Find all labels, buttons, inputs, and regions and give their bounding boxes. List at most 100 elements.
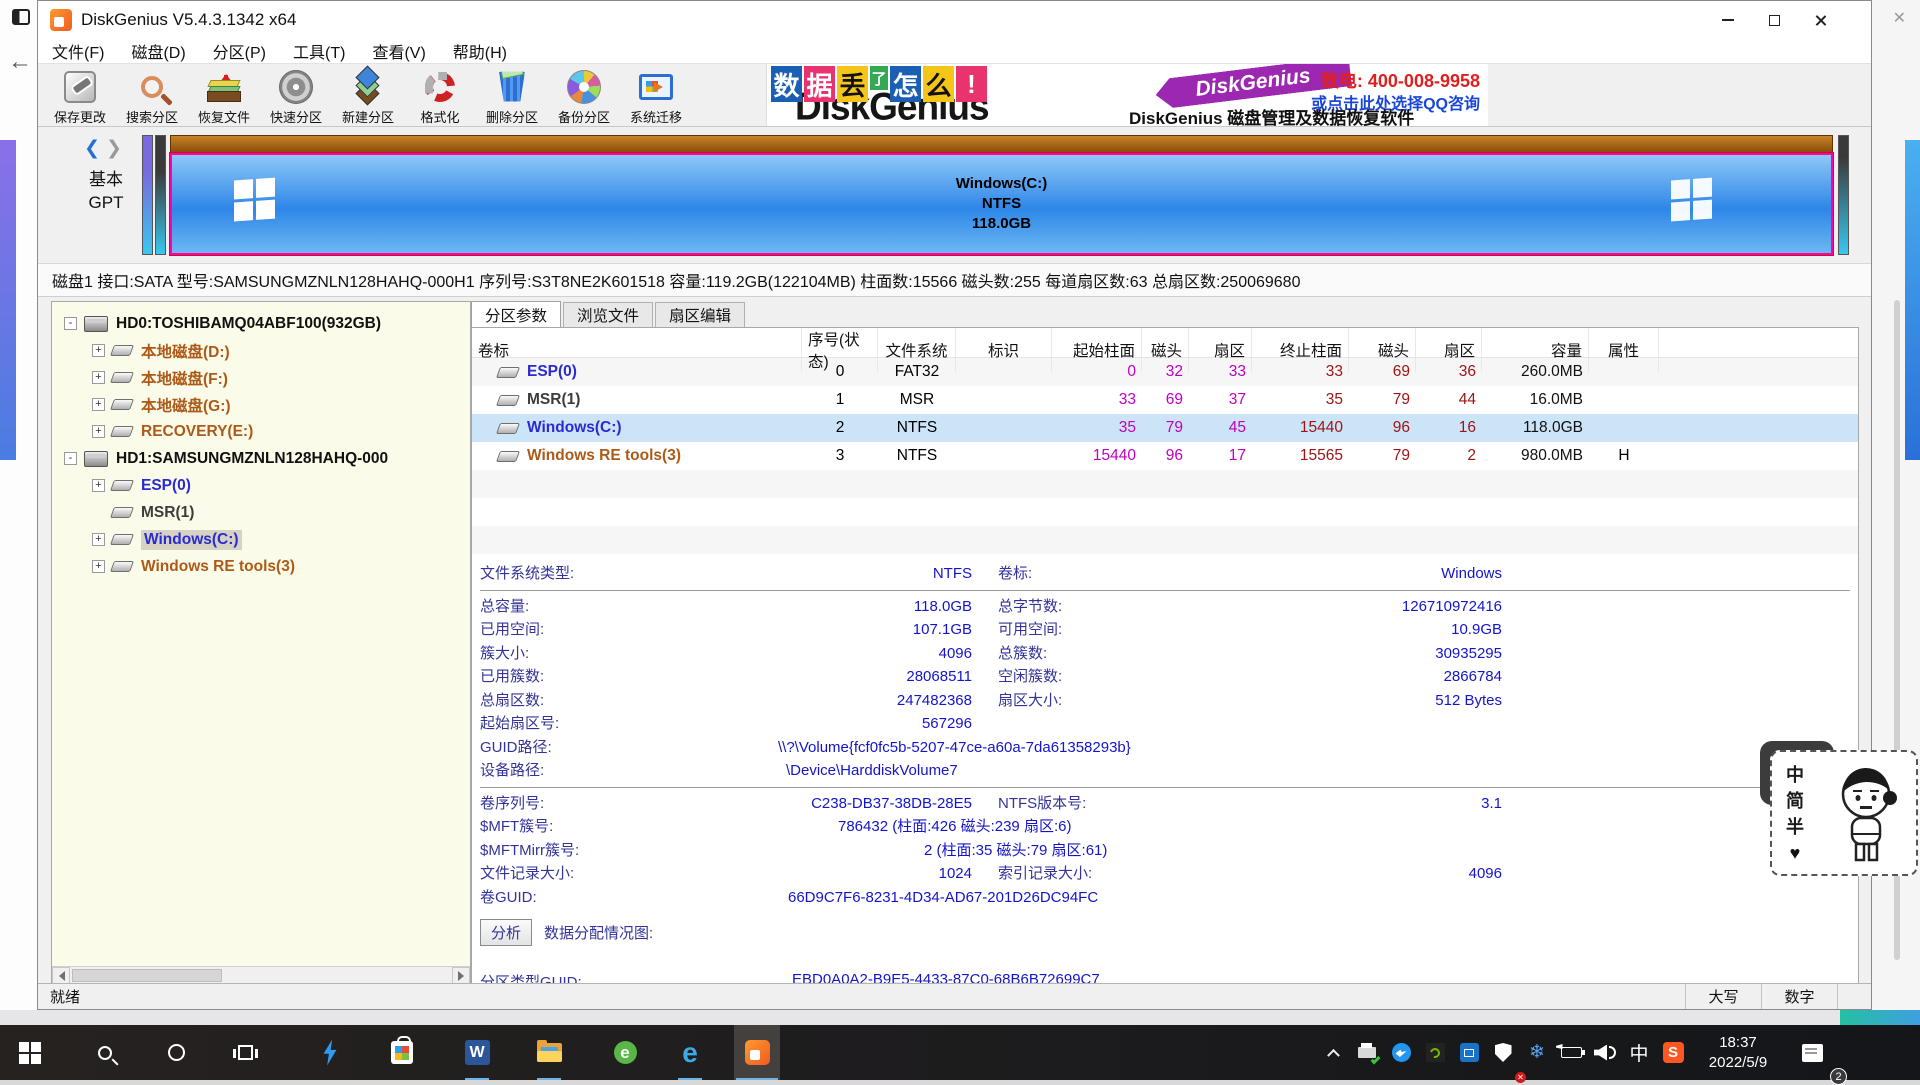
format-button[interactable]: 格式化 — [404, 64, 476, 126]
task-view-icon — [238, 1045, 253, 1060]
maximize-button[interactable] — [1751, 1, 1797, 39]
delete-partition-button[interactable]: 删除分区 — [476, 64, 548, 126]
tray-chevron-up[interactable] — [1316, 1025, 1350, 1080]
menu-tools[interactable]: 工具(T) — [293, 39, 345, 63]
partition-size: 118.0GB — [956, 214, 1048, 234]
tray-ime[interactable]: 中 — [1622, 1025, 1656, 1080]
table-row-msr[interactable]: MSR(1) 1 MSR 33 69 37 35 79 44 16.0MB — [472, 386, 1858, 414]
expand-icon[interactable]: + — [92, 371, 105, 384]
tree-item-windows-c[interactable]: + Windows(C:) — [52, 526, 470, 553]
window-controls — [1705, 1, 1843, 39]
tree-item-local-f[interactable]: + 本地磁盘(F:) — [52, 364, 470, 391]
expand-icon[interactable]: + — [92, 533, 105, 546]
taskbar-app-explorer[interactable] — [526, 1025, 572, 1080]
expand-icon[interactable]: + — [92, 425, 105, 438]
menu-view[interactable]: 查看(V) — [372, 39, 425, 63]
tray-sogou[interactable]: S — [1656, 1025, 1690, 1080]
partition-bar-msr[interactable] — [155, 135, 166, 255]
table-empty-row — [472, 498, 1858, 526]
recover-files-icon — [207, 72, 241, 102]
scroll-right-arrow[interactable] — [452, 967, 470, 984]
statusbar: 就绪 大写 数字 — [38, 983, 1871, 1009]
menu-disk[interactable]: 磁盘(D) — [131, 39, 185, 63]
scrollbar-thumb[interactable] — [72, 969, 222, 982]
quick-partition-button[interactable]: 快速分区 — [260, 64, 332, 126]
store-icon — [391, 1041, 413, 1064]
taskbar-app-store[interactable] — [379, 1025, 425, 1080]
tree-item-esp[interactable]: + ESP(0) — [52, 472, 470, 499]
menu-partition[interactable]: 分区(P) — [213, 39, 266, 63]
new-partition-button[interactable]: 新建分区 — [332, 64, 404, 126]
analyze-button[interactable]: 分析 — [480, 919, 532, 946]
partition-bar-re-tools[interactable] — [1838, 135, 1849, 255]
tree-item-msr[interactable]: MSR(1) — [52, 499, 470, 526]
taskbar-app-ie[interactable]: e — [602, 1025, 648, 1080]
menu-file[interactable]: 文件(F) — [52, 39, 104, 63]
partition-bar-windows-body[interactable]: Windows(C:) NTFS 118.0GB — [170, 153, 1833, 255]
table-row-esp[interactable]: ESP(0) 0 FAT32 0 32 33 33 69 36 260.0MB — [472, 358, 1858, 386]
prev-disk-arrow[interactable]: ❮ — [84, 138, 106, 159]
tree-item-local-g[interactable]: + 本地磁盘(G:) — [52, 391, 470, 418]
maximize-icon — [1769, 15, 1780, 26]
tray-intel[interactable] — [1452, 1025, 1486, 1080]
tree-item-local-d[interactable]: + 本地磁盘(D:) — [52, 337, 470, 364]
tray-nvidia[interactable] — [1418, 1025, 1452, 1080]
tree-item-hd1[interactable]: - HD1:SAMSUNGMZNLN128HAHQ-000 — [52, 445, 470, 472]
partition-icon — [496, 367, 520, 378]
edge-icon: e — [682, 1040, 698, 1066]
next-disk-arrow[interactable]: ❯ — [106, 138, 128, 159]
expand-icon[interactable]: + — [92, 560, 105, 573]
task-view-button[interactable] — [222, 1025, 268, 1080]
collapse-icon[interactable]: - — [64, 452, 77, 465]
app-icon — [50, 9, 72, 31]
taskbar-search[interactable] — [82, 1025, 128, 1080]
tray-printer[interactable] — [1350, 1025, 1384, 1080]
recover-files-button[interactable]: 恢复文件 — [188, 64, 260, 126]
collapse-icon[interactable]: - — [64, 317, 77, 330]
start-button[interactable] — [7, 1025, 53, 1080]
search-partition-button[interactable]: 搜索分区 — [116, 64, 188, 126]
tree-item-recovery-e[interactable]: + RECOVERY(E:) — [52, 418, 470, 445]
save-changes-button[interactable]: 保存更改 — [44, 64, 116, 126]
taskbar-app-flash[interactable] — [307, 1025, 353, 1080]
partition-bar-esp[interactable] — [142, 135, 153, 255]
expand-icon[interactable]: + — [92, 398, 105, 411]
sogou-icon: S — [1663, 1042, 1684, 1063]
system-migration-button[interactable]: 系统迁移 — [620, 64, 692, 126]
tab-partition-params[interactable]: 分区参数 — [471, 301, 561, 327]
banner-tiles: 数 据 丢 了 怎 么 ! — [771, 66, 989, 102]
taskbar-app-edge[interactable]: e — [667, 1025, 713, 1080]
tree-item-hd0[interactable]: - HD0:TOSHIBAMQ04ABF100(932GB) — [52, 310, 470, 337]
tray-messenger[interactable] — [1384, 1025, 1418, 1080]
tray-snowflake[interactable]: ❄ — [1520, 1025, 1554, 1080]
taskbar-clock[interactable]: 18:37 2022/5/9 — [1690, 1025, 1786, 1080]
partition-bar-windows[interactable]: Windows(C:) NTFS 118.0GB — [170, 135, 1833, 255]
table-row-windows-re[interactable]: Windows RE tools(3) 3 NTFS 15440 96 17 1… — [472, 442, 1858, 470]
taskbar-app-word[interactable]: W — [454, 1025, 500, 1080]
cortana-button[interactable] — [153, 1025, 199, 1080]
expand-icon[interactable]: + — [92, 344, 105, 357]
minimize-button[interactable] — [1705, 1, 1751, 39]
partition-icon — [110, 372, 134, 383]
magnifier-icon — [141, 76, 163, 98]
tree-item-windows-re[interactable]: + Windows RE tools(3) — [52, 553, 470, 580]
allocation-map-caption: 数据分配情况图: — [544, 922, 653, 943]
format-ring-icon — [425, 72, 455, 102]
tray-battery[interactable] — [1554, 1025, 1588, 1080]
scroll-left-arrow[interactable] — [52, 967, 70, 984]
table-row-windows-c[interactable]: Windows(C:) 2 NTFS 35 79 45 15440 96 16 … — [472, 414, 1858, 442]
menu-help[interactable]: 帮助(H) — [453, 39, 507, 63]
taskbar-app-diskgenius[interactable] — [734, 1025, 780, 1080]
expand-icon[interactable]: + — [92, 479, 105, 492]
close-button[interactable] — [1797, 1, 1843, 39]
ad-banner[interactable]: DiskGenius 数 据 丢 了 怎 么 ! DiskGenius 致电: … — [766, 64, 1488, 126]
panel-tabs: 分区参数 浏览文件 扇区编辑 — [471, 301, 1859, 327]
tree-horizontal-scrollbar[interactable] — [52, 966, 470, 984]
tray-defender[interactable]: ✕ — [1486, 1025, 1520, 1080]
windows-start-icon — [19, 1042, 41, 1064]
action-center-button[interactable]: 2 — [1786, 1025, 1838, 1080]
tab-sector-edit[interactable]: 扇区编辑 — [655, 302, 745, 327]
backup-partition-button[interactable]: 备份分区 — [548, 64, 620, 126]
tray-volume[interactable] — [1588, 1025, 1622, 1080]
tab-browse-files[interactable]: 浏览文件 — [563, 302, 653, 327]
